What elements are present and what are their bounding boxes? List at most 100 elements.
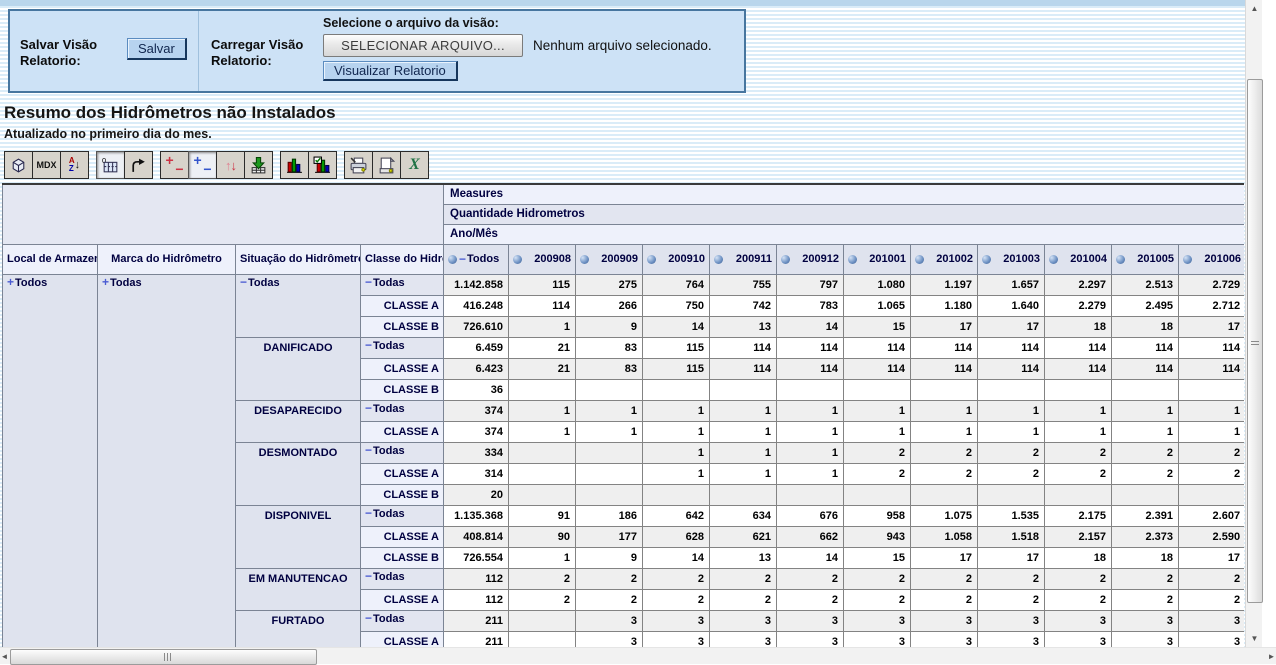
print-pdf-button[interactable] [372,151,401,179]
column-header-200909[interactable]: 200909 [576,244,643,274]
mdx-editor-button[interactable]: MDX [32,151,61,179]
column-label: 201002 [936,253,973,265]
data-cell [509,610,576,631]
olap-navigator-button[interactable] [4,151,33,179]
data-cell: 1 [576,400,643,421]
save-button[interactable]: Salvar [127,38,187,60]
row-header-marca[interactable]: +Todas [98,274,236,647]
horizontal-scrollbar[interactable]: ◄ ► [0,647,1276,664]
classe-header-classe-a[interactable]: CLASSE A [361,421,444,442]
column-header-200911[interactable]: 200911 [710,244,777,274]
data-cell: 1 [643,400,710,421]
data-cell: 2 [1112,463,1179,484]
data-cell: 2 [911,568,978,589]
situacao-header-em-manutencao[interactable]: EM MANUTENCAO [236,568,361,610]
horizontal-scroll-thumb[interactable] [10,649,317,665]
data-cell [1179,379,1245,400]
classe-header-classe-a[interactable]: CLASSE A [361,295,444,316]
show-parent-members-button[interactable]: 0 [96,151,125,179]
sort-button[interactable]: AZ↓ [60,151,89,179]
collapse-member-icon[interactable]: − [365,443,372,457]
situacao-header-desaparecido[interactable]: DESAPARECIDO [236,400,361,442]
situacao-header-furtado[interactable]: FURTADO [236,610,361,647]
data-cell: 1 [710,463,777,484]
scroll-down-button[interactable]: ▼ [1246,630,1263,647]
view-report-button[interactable]: Visualizar Relatorio [323,61,458,81]
data-cell: 1 [1179,421,1245,442]
save-view-section: Salvar Visão Relatorio: Salvar [10,11,198,91]
data-cell [710,484,777,505]
classe-header-todas[interactable]: −Todas [361,400,444,421]
data-cell: 2 [978,589,1045,610]
classe-header-classe-a[interactable]: CLASSE A [361,463,444,484]
vertical-scroll-thumb[interactable] [1247,79,1263,603]
classe-header-classe-b[interactable]: CLASSE B [361,547,444,568]
column-header-201005[interactable]: 201005 [1112,244,1179,274]
axis-header-3: Classe do Hidrômetro [361,244,444,274]
classe-header-todas[interactable]: −Todas [361,274,444,295]
drill-position-button[interactable]: +− [188,151,217,179]
classe-header-classe-a[interactable]: CLASSE A [361,631,444,647]
classe-header-todas[interactable]: −Todas [361,568,444,589]
collapse-member-icon[interactable]: − [365,569,372,583]
column-header-201006[interactable]: 201006 [1179,244,1245,274]
classe-header-classe-b[interactable]: CLASSE B [361,379,444,400]
data-cell: 2 [1045,442,1112,463]
situacao-header-todas[interactable]: −Todas [236,274,361,337]
chart-config-icon [313,156,332,175]
expand-member-icon[interactable]: + [7,275,14,289]
member-sphere-icon [982,255,991,264]
situacao-header-disponivel[interactable]: DISPONIVEL [236,505,361,568]
scroll-right-button[interactable]: ► [1263,648,1276,665]
classe-header-todas[interactable]: −Todas [361,505,444,526]
column-header-201003[interactable]: 201003 [978,244,1045,274]
column-label: Todos [467,253,499,265]
situacao-header-desmontado[interactable]: DESMONTADO [236,442,361,505]
situacao-header-danificado[interactable]: DANIFICADO [236,337,361,400]
classe-header-classe-a[interactable]: CLASSE A [361,526,444,547]
classe-header-todas[interactable]: −Todas [361,610,444,631]
data-cell: 1 [509,547,576,568]
collapse-member-icon[interactable]: − [365,401,372,415]
vertical-scrollbar[interactable]: ▲ ▼ [1245,0,1262,647]
chart-config-button[interactable] [308,151,337,179]
column-header-todos[interactable]: −Todos [444,244,509,274]
data-cell: 3 [911,610,978,631]
column-header-201004[interactable]: 201004 [1045,244,1112,274]
column-header-200912[interactable]: 200912 [777,244,844,274]
data-cell: 83 [576,337,643,358]
collapse-member-icon[interactable]: − [365,506,372,520]
collapse-member-icon[interactable]: − [365,338,372,352]
classe-header-classe-a[interactable]: CLASSE A [361,358,444,379]
collapse-member-icon[interactable]: − [459,255,466,264]
classe-header-classe-b[interactable]: CLASSE B [361,316,444,337]
drill-member-button[interactable]: +− [160,151,189,179]
column-header-201002[interactable]: 201002 [911,244,978,274]
collapse-member-icon[interactable]: − [365,275,372,289]
classe-header-todas[interactable]: −Todas [361,337,444,358]
column-header-200908[interactable]: 200908 [509,244,576,274]
data-cell: 112 [444,568,509,589]
data-cell: 1 [710,442,777,463]
column-header-200910[interactable]: 200910 [643,244,710,274]
show-chart-button[interactable] [280,151,309,179]
classe-header-classe-b[interactable]: CLASSE B [361,484,444,505]
drill-replace-button[interactable]: ↑↓ [216,151,245,179]
classe-header-classe-a[interactable]: CLASSE A [361,589,444,610]
expand-member-icon[interactable]: + [102,275,109,289]
swap-axes-button[interactable] [124,151,153,179]
collapse-member-icon[interactable]: − [240,275,247,289]
scroll-up-button[interactable]: ▲ [1246,0,1263,17]
column-header-201001[interactable]: 201001 [844,244,911,274]
drill-through-button[interactable] [244,151,273,179]
export-excel-button[interactable]: X [400,151,429,179]
data-cell: 1 [1179,400,1245,421]
page-title: Resumo dos Hidrômetros não Instalados [4,103,336,123]
data-cell: 943 [844,526,911,547]
print-config-button[interactable] [344,151,373,179]
collapse-member-icon[interactable]: − [365,611,372,625]
select-file-button[interactable]: SELECIONAR ARQUIVO... [323,34,523,57]
row-header-local[interactable]: +Todos [3,274,98,647]
data-cell: 1 [978,421,1045,442]
classe-header-todas[interactable]: −Todas [361,442,444,463]
